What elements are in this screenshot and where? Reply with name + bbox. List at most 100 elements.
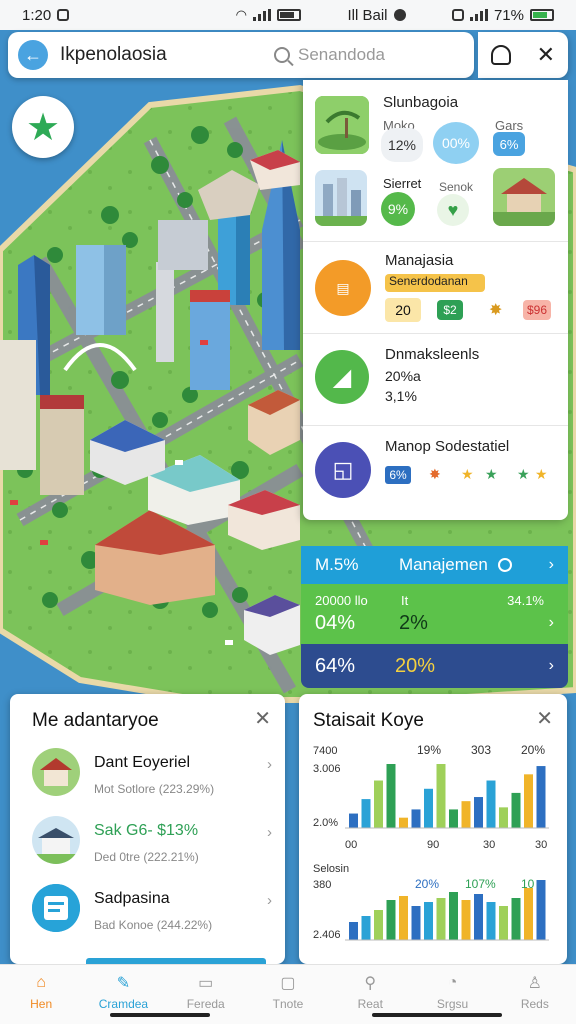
chart1-bar-10 xyxy=(461,801,471,828)
chart1-top-label-1: 19% xyxy=(417,743,441,757)
page-title: Ikpenolaosia xyxy=(60,44,167,65)
panel-section-overview[interactable]: Slunbagoia Moko Gars 12% 00% 6% Sierret … xyxy=(303,80,568,242)
battery-icon-2 xyxy=(530,9,554,21)
search-input[interactable]: Senandoda xyxy=(274,45,385,65)
map-stats-title: Manop Sodestatiel xyxy=(385,438,510,455)
chart1-top-label-2: 303 xyxy=(471,743,491,757)
list-item-name: Sadpasina xyxy=(94,890,170,907)
bell-icon[interactable] xyxy=(490,45,511,65)
chart2-y-top: Selosin xyxy=(313,863,349,875)
chevron-right-icon-3: › xyxy=(548,657,554,674)
home-indicator-right xyxy=(372,1013,502,1017)
chart1-bar-6 xyxy=(411,809,421,828)
band-green-stats[interactable]: 20000 llo It 34.1% 04% 2% › xyxy=(301,584,568,644)
manage-title: Manajasia xyxy=(385,252,454,269)
nav-label-stats: Srgsu xyxy=(436,997,469,1011)
star-icon-green-2: ★ xyxy=(517,466,530,482)
chart1-bar-14 xyxy=(511,792,521,828)
search-icon xyxy=(274,47,290,63)
battery-percent: 71% xyxy=(493,6,524,24)
top-actions: ✕ xyxy=(478,32,568,78)
chart1-bar-12 xyxy=(486,780,496,828)
chart1-y-low: 2.0% xyxy=(313,817,338,829)
band-navy-stats[interactable]: 64% 20% › xyxy=(301,644,568,688)
overview-label-c: Sierret xyxy=(383,176,422,191)
back-button[interactable]: ← xyxy=(18,40,48,70)
band-navy-value-2: 20% xyxy=(395,654,436,677)
statistics-card: Staisait Koye ✕ 7400 3.006 2.0% 19% 303 … xyxy=(299,694,567,964)
nav-label-notes: Tnote xyxy=(272,997,304,1011)
nav-item-profile[interactable]: ♙ Reds xyxy=(494,965,576,1024)
nav-label-home: Hen xyxy=(30,997,53,1011)
overview-title: Slunbagoia xyxy=(383,94,459,111)
home-icon: ⌂ xyxy=(36,974,46,991)
chart1-y-mid: 3.006 xyxy=(313,763,341,775)
notification-icon-2 xyxy=(451,9,464,21)
sparkle-icon: ✸ xyxy=(489,302,503,319)
band-green-value-2: 2% xyxy=(399,612,428,634)
leaf-icon: ◢ xyxy=(315,350,369,404)
panel-section-map-stats[interactable]: ◱ Manop Sodestatiel 6% ✸ ★ ★ ★ ★ xyxy=(303,426,568,520)
sparkle-icon-orange: ✸ xyxy=(429,466,441,482)
document-avatar xyxy=(32,884,80,932)
sync-icon xyxy=(393,9,406,21)
notification-icon xyxy=(57,9,70,21)
overview-chip-c: 6% xyxy=(493,132,525,156)
chart2-bar-13 xyxy=(499,906,508,940)
recent-list-card: Me adantaryoe ✕ Dant Eoyeriel Mot Sotlor… xyxy=(10,694,285,964)
chart2-top-label-2: 107% xyxy=(465,877,496,891)
band-navy-value-1: 64% xyxy=(315,654,356,677)
park-thumbnail xyxy=(315,96,369,154)
chart1-x-4: 30 xyxy=(535,839,547,851)
chart1-y-top: 7400 xyxy=(313,745,337,757)
list-item[interactable]: Dant Eoyeriel Mot Sotlore (223.29%) › xyxy=(32,748,272,808)
inbox-icon: ▭ xyxy=(198,975,214,992)
favorite-button[interactable]: ★ xyxy=(12,96,74,158)
nav-item-home[interactable]: ⌂ Hen xyxy=(0,965,82,1024)
close-icon[interactable]: ✕ xyxy=(537,42,555,68)
list-item-name: Sak G6- $13% xyxy=(94,822,199,839)
manage-value-1: 20 xyxy=(385,298,421,322)
band-management[interactable]: M.5% Manajemen › xyxy=(301,546,568,584)
chart1-bar-3 xyxy=(374,780,383,828)
stats-line-2: 3,1% xyxy=(385,388,417,404)
chart1-bar-15 xyxy=(524,774,533,828)
info-panel: Slunbagoia Moko Gars 12% 00% 6% Sierret … xyxy=(303,80,568,520)
list-item-name: Dant Eoyeriel xyxy=(94,754,191,771)
star-icon: ★ xyxy=(25,106,61,149)
signal-icon xyxy=(253,9,272,21)
nav-item-notes[interactable]: ▢ Tnote xyxy=(247,965,329,1024)
panel-section-stats[interactable]: ◢ Dnmaksleenls 20%a 3,1% xyxy=(303,334,568,426)
manage-banner: Senerdodanan xyxy=(385,274,485,292)
manage-value-2: $2 xyxy=(437,300,463,320)
battery-icon xyxy=(277,9,302,21)
heart-icon: ♥ xyxy=(437,194,469,226)
nav-label-search: Reat xyxy=(357,997,383,1011)
manage-value-3: $96 xyxy=(523,300,551,320)
city-thumbnail xyxy=(315,170,367,226)
panel-section-manage[interactable]: ▤ Manajasia Senerdodanan 20 $2 ✸ $96 xyxy=(303,242,568,334)
status-time: 1:20 xyxy=(22,6,52,24)
status-center-text: Ill Bail xyxy=(347,6,388,24)
chart1-bar-8 xyxy=(436,764,446,828)
band-green-mid: It xyxy=(401,593,409,608)
chart2-bar-2 xyxy=(361,916,371,940)
list-item[interactable]: Sak G6- $13% Ded 0tre (222.21%) › xyxy=(32,816,272,876)
chart2-bar-10 xyxy=(461,900,471,940)
band-green-value-1: 04% xyxy=(315,612,356,634)
wifi-icon: ◠ xyxy=(235,7,248,22)
overview-chip-b: 00% xyxy=(433,122,479,164)
chart1-top-label-3: 20% xyxy=(521,743,545,757)
chart2-bar-12 xyxy=(486,902,496,940)
chart2-y-low: 2.406 xyxy=(313,929,341,941)
list-item[interactable]: Sadpasina Bad Konoe (244.22%) › xyxy=(32,884,272,944)
chevron-right-icon-2: › xyxy=(548,614,554,631)
gauge-icon: ◔ xyxy=(447,974,458,991)
person-icon: ♙ xyxy=(527,975,542,992)
chart1-bar-5 xyxy=(399,817,408,828)
pavilion-thumbnail xyxy=(493,168,555,226)
chart1-bar-7 xyxy=(424,788,433,828)
chart2-bar-9 xyxy=(449,892,458,940)
close-icon-left-card[interactable]: ✕ xyxy=(254,706,271,731)
map-icon: ◱ xyxy=(315,442,371,498)
